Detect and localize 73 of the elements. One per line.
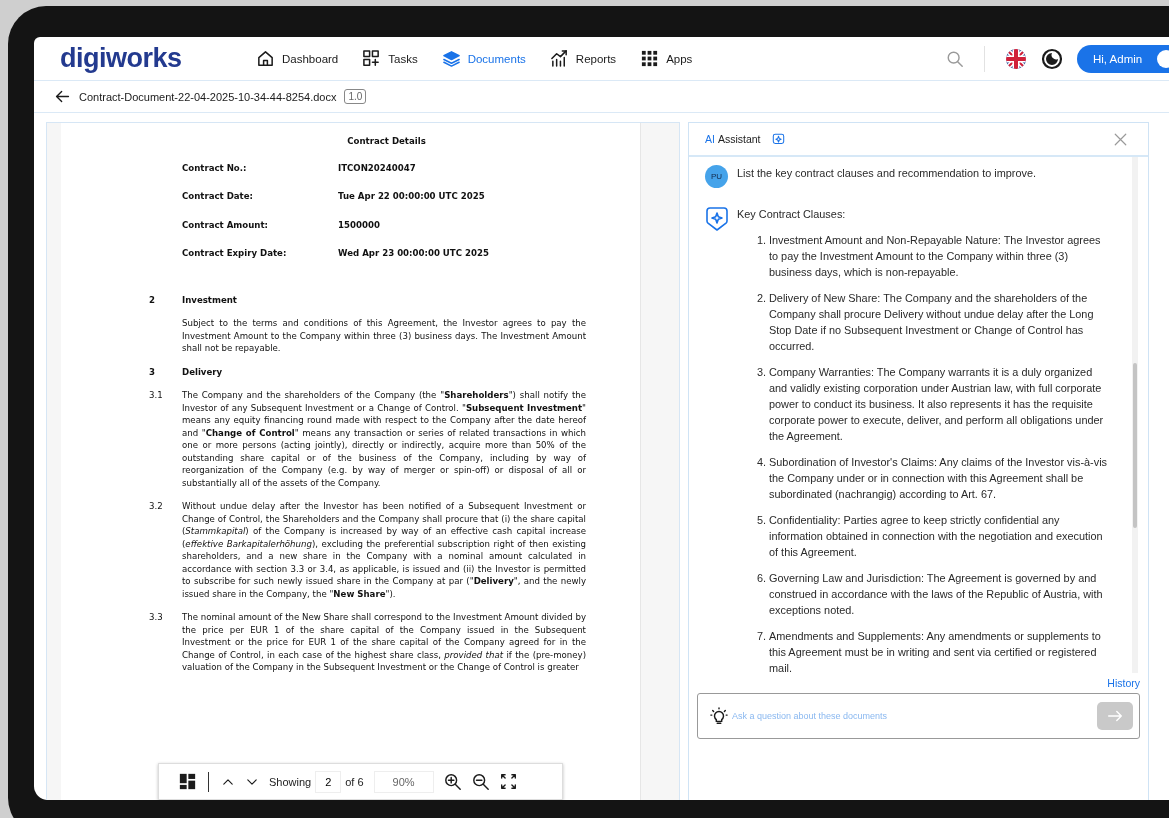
clause-paragraph: The nominal amount of the New Share shall correspond to the Investment Amount divided by the price per EUR 1 of the share capital of the Company issued in the Subsequent Investment or the price for EUR 1 of the share capital of the Company agreed for in the Change of Control, in each case of the highest share class, provided that if the (pre-money) valuation of the Company in the Subsequent Investment or the Change of Control is greater: [182, 611, 586, 674]
list-item-text: Delivery of New Share: The Company and the shareholders of the Company shall procure Delivery without undue delay after the Long Stop Date if no Subsequent Investment or Change of Control has occurred.: [769, 291, 1095, 354]
document-filename: Contract-Document-22-04-2025-10-34-44-8254.docx: [79, 90, 337, 103]
showing-label: Showing: [269, 775, 312, 788]
back-arrow-icon[interactable]: [54, 88, 71, 105]
detail-value: Wed Apr 23 00:00:00 UTC 2025: [338, 247, 490, 260]
layers-icon: [441, 49, 461, 68]
list-item-text: Company Warranties: The Company warrants it is a duly organized and validly existing corporation under Austrian law, with full corporate power to conduct its business. It also represents it has the requisite corporate power to execute, deliver, and perform all obligations under the Agreement.: [769, 365, 1105, 444]
tasks-icon: [362, 49, 382, 68]
sparkle-icon: [771, 132, 785, 146]
detail-value: 1500000: [338, 218, 381, 231]
version-badge: 1.0: [344, 89, 367, 104]
logo: digiworks: [60, 43, 183, 74]
nav-tab[interactable]: Dashboard: [256, 49, 339, 68]
detail-label: Contract No.:: [182, 161, 248, 174]
uk-flag-icon[interactable]: [1005, 47, 1027, 70]
detail-label: Contract Date:: [182, 190, 254, 203]
avatar-circle: [1157, 49, 1169, 68]
detail-label: Contract Amount:: [182, 218, 269, 231]
search-icon[interactable]: [946, 49, 964, 68]
assistant-sparkle-icon: [705, 206, 729, 232]
thumbnails-icon[interactable]: [179, 773, 196, 790]
zoom-field[interactable]: 90%: [373, 770, 434, 793]
zoom-out-icon[interactable]: [471, 772, 490, 791]
list-number: 2.: [757, 291, 768, 306]
user-menu-button[interactable]: Hi, Admin: [1077, 44, 1169, 73]
clause-number: 3: [149, 365, 156, 378]
clause-paragraph: The Company and the shareholders of the Company (the "Shareholders") shall notify the Investor of any Subsequent Investment or a Change of Control. "Subsequent Investment" means any equity financing round made with respect to the Company after the date hereof and "Change of Control" means any transaction or series of related transactions in which one or more persons (acting jointly), directly or indirectly, acquire more than 50% of the outstanding share capital or of the business of the Company, including by way of reorganization of the Company (e.g. by way of merger or spin-off) or disposal of all or substantially all of the assets of the Company.: [182, 389, 586, 489]
home-icon: [256, 49, 275, 68]
history-link[interactable]: History: [1107, 677, 1140, 689]
clause-number: 3.2: [149, 500, 164, 513]
panel-title: Assistant: [717, 133, 761, 145]
question-input-field[interactable]: Ask a question about these documents: [730, 710, 1095, 722]
page-number-field[interactable]: 2: [315, 770, 342, 793]
nav-tab[interactable]: Apps: [640, 49, 693, 68]
list-item-text: Subordination of Investor's Claims: Any claims of the Investor vis-à-vis the Company under or in connection with this Agreement shall be subordinated (nachrangig) according to Art. 67.: [769, 455, 1108, 502]
theme-toggle-icon[interactable]: [1041, 47, 1063, 70]
detail-label: Contract Expiry Date:: [182, 247, 288, 260]
section-heading: Delivery: [182, 365, 224, 378]
detail-value: ITCON20240047: [338, 161, 417, 174]
scrollbar-thumb[interactable]: [1133, 363, 1137, 528]
list-number: 4.: [757, 455, 768, 470]
clause-paragraph: Without undue delay after the Investor has been notified of a Subsequent Investment or Change of Control, the Shareholders and the Company shall procure that (i) the share capital (Stammkapital) of the Company is increased by way of an effective cash capital increase (effektive Barkapitalerhöhung), excluding the preferential subscription right of then existing shareholders, and a new share in the Company with a nominal amount calculated in accordance with section 3.3 or 3.4, as applicable, is issued and (ii) the Investor is permitted to subscribe for such newly issued share in the Company at par ("Delivery", and the newly issued share in the Company, the "New Share").: [182, 500, 586, 600]
clause-number: 3.3: [149, 611, 164, 624]
clause-number: 2: [149, 293, 156, 306]
list-item-text: Governing Law and Jurisdiction: The Agreement is governed by and construed in accordance with the laws of the Republic of Austria, with exceptions noted.: [769, 571, 1104, 618]
list-item-text: Investment Amount and Non-Repayable Nature: The Investor agrees to pay the Investment Amount to the Company within three (3) business days, which is non-repayable.: [769, 233, 1102, 280]
list-number: 6.: [757, 571, 768, 586]
lightbulb-icon: [710, 707, 728, 725]
nav-tab[interactable]: Tasks: [362, 49, 418, 68]
ai-label: AI: [705, 133, 715, 145]
chart-icon: [549, 49, 569, 68]
close-icon[interactable]: [1113, 131, 1128, 147]
user-avatar: PU: [705, 165, 728, 188]
apps-grid-icon: [640, 49, 660, 68]
list-number: 5.: [757, 513, 768, 528]
nav-tab[interactable]: Documents: [441, 49, 526, 68]
zoom-in-icon[interactable]: [443, 772, 462, 791]
assistant-message-heading: Key Contract Clauses:: [737, 207, 847, 222]
list-number: 7.: [757, 629, 768, 644]
list-item-text: Confidentiality: Parties agree to keep strictly confidential any information obtained in connection with the negotiation and execution of this Agreement.: [769, 513, 1104, 560]
clause-paragraph: Subject to the terms and conditions of this Agreement, the Investor agrees to pay the Investment Amount to the Company within three (3) business days. The Investment Amount shall not be repayable.: [182, 317, 586, 355]
document-title: Contract Details: [346, 135, 427, 148]
list-item-text: Amendments and Supplements: Any amendments or supplements to this Agreement must be in writing and sent via certified or registered mail.: [769, 629, 1102, 673]
page-total: of 6: [345, 775, 364, 788]
user-message: List the key contract clauses and recommendation to improve.: [737, 166, 1037, 181]
section-heading: Investment: [182, 293, 238, 306]
detail-value: Tue Apr 22 00:00:00 UTC 2025: [338, 190, 486, 203]
list-number: 1.: [757, 233, 768, 248]
list-number: 3.: [757, 365, 768, 380]
clause-number: 3.1: [149, 389, 164, 402]
fullscreen-icon[interactable]: [499, 773, 517, 790]
nav-tab[interactable]: Reports: [549, 49, 617, 68]
